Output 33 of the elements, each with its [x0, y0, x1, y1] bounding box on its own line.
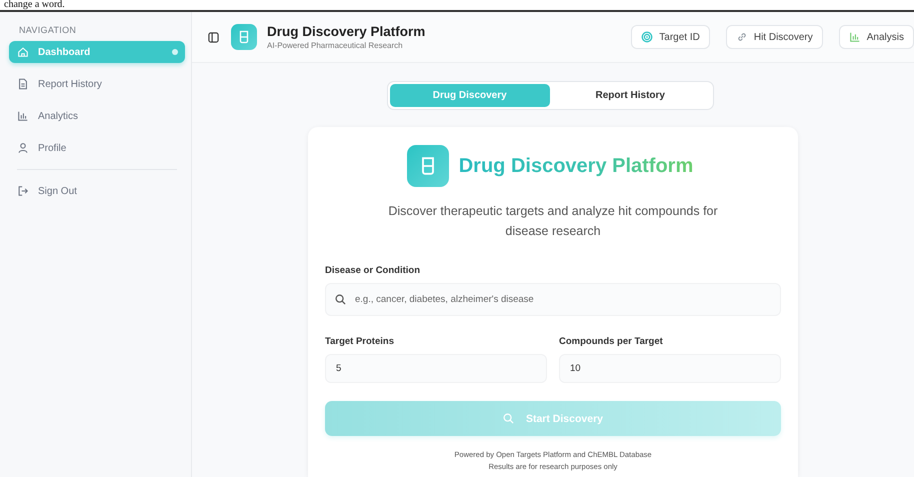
sidebar-toggle-icon[interactable] — [208, 32, 219, 42]
field-label: Target Proteins — [325, 336, 395, 347]
description: Discover therapeutic targets and analyze hit compounds for disease research — [387, 203, 719, 240]
app-title: Drug Discovery Platform — [267, 24, 426, 39]
bar-chart-icon — [17, 110, 29, 122]
field-label: Disease or Condition — [325, 265, 422, 276]
field-label: Compounds per Target — [559, 336, 664, 347]
tab[interactable]: Report History — [550, 84, 710, 107]
nav-button[interactable]: Target ID — [631, 25, 710, 49]
link-icon — [736, 31, 748, 43]
target-icon — [641, 31, 654, 43]
sign-out-item[interactable]: Sign Out — [9, 180, 185, 202]
bar-chart-icon — [848, 31, 861, 43]
search-icon — [502, 413, 514, 424]
sign-out-icon — [17, 185, 29, 197]
text-fragment: change a word. — [4, 0, 65, 10]
home-icon — [17, 46, 29, 58]
active-dot — [172, 49, 178, 55]
nav-button[interactable]: Analysis — [838, 25, 914, 49]
sidebar-item[interactable]: Profile — [9, 137, 185, 159]
sidebar-item[interactable]: Analytics — [9, 105, 185, 127]
app-subtitle: AI-Powered Pharmaceutical Research — [267, 41, 404, 50]
nav-button[interactable]: Hit Discovery — [726, 25, 823, 49]
document-icon — [17, 78, 29, 90]
disease-search-field[interactable]: e.g., cancer, diabetes, alzheimer's disease — [325, 283, 781, 316]
nav-heading: NAVIGATION — [19, 25, 78, 35]
input-field[interactable]: 10 — [559, 354, 781, 383]
user-icon — [17, 142, 29, 154]
card-title: Drug Discovery Platform — [458, 154, 694, 178]
input-field[interactable]: 5 — [325, 354, 547, 383]
beaker-icon — [237, 30, 251, 44]
search-icon — [335, 294, 346, 305]
sidebar-item[interactable]: Report History — [9, 73, 185, 95]
